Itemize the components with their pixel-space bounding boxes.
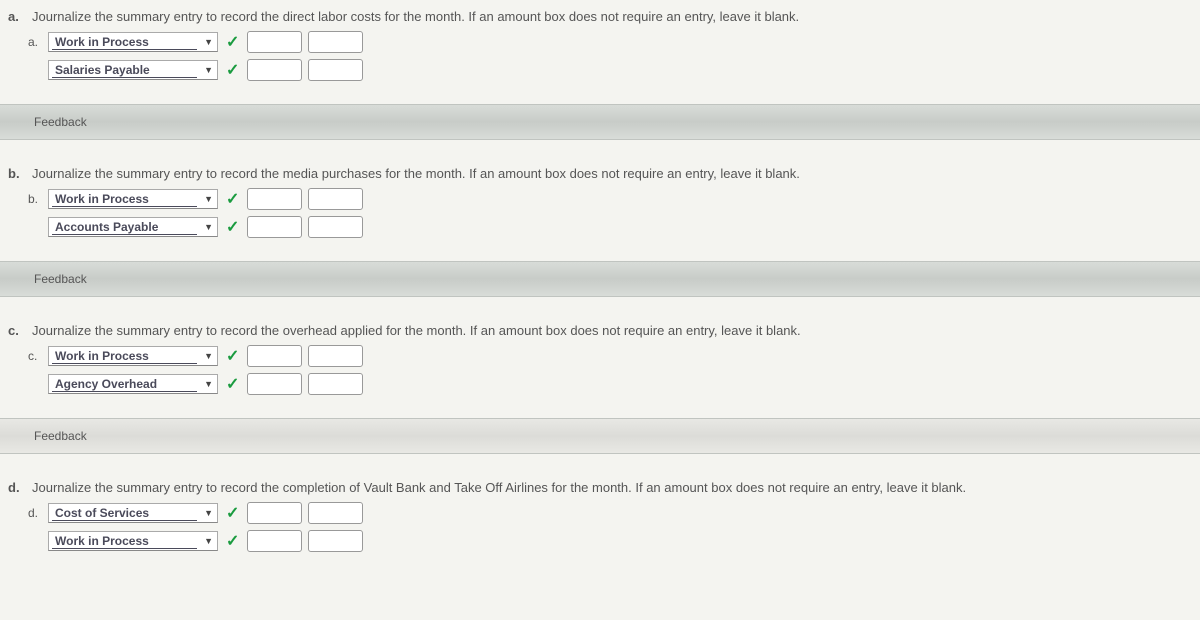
credit-input-2[interactable]	[308, 216, 363, 238]
caret-down-icon: ▼	[204, 508, 213, 518]
account-dropdown-1[interactable]: Work in Process ▼	[48, 32, 218, 52]
debit-input-1[interactable]	[247, 188, 302, 210]
debit-input-1[interactable]	[247, 502, 302, 524]
row-letter: b.	[28, 192, 42, 206]
check-icon: ✓	[226, 346, 239, 366]
check-icon: ✓	[226, 60, 239, 80]
caret-down-icon: ▼	[204, 37, 213, 47]
prompt-text: Journalize the summary entry to record t…	[32, 480, 966, 495]
account-dropdown-2[interactable]: Accounts Payable ▼	[48, 217, 218, 237]
credit-input-1[interactable]	[308, 502, 363, 524]
entry-row-2: Agency Overhead ▼ ✓	[0, 370, 1200, 398]
debit-input-2[interactable]	[247, 373, 302, 395]
account-label: Work in Process	[55, 534, 149, 548]
question-a: a. Journalize the summary entry to recor…	[0, 5, 1200, 140]
row-letter: c.	[28, 349, 42, 363]
caret-down-icon: ▼	[204, 222, 213, 232]
question-c: c. Journalize the summary entry to recor…	[0, 319, 1200, 454]
prompt-letter: c.	[8, 323, 26, 338]
account-label: Accounts Payable	[55, 220, 158, 234]
caret-down-icon: ▼	[204, 379, 213, 389]
debit-input-2[interactable]	[247, 216, 302, 238]
caret-down-icon: ▼	[204, 65, 213, 75]
caret-down-icon: ▼	[204, 351, 213, 361]
debit-input-1[interactable]	[247, 345, 302, 367]
account-dropdown-2[interactable]: Work in Process ▼	[48, 531, 218, 551]
account-dropdown-2[interactable]: Salaries Payable ▼	[48, 60, 218, 80]
credit-input-1[interactable]	[308, 188, 363, 210]
prompt-row-c: c. Journalize the summary entry to recor…	[0, 319, 1200, 342]
account-label: Work in Process	[55, 192, 149, 206]
account-label: Agency Overhead	[55, 377, 157, 391]
prompt-letter: d.	[8, 480, 26, 495]
account-label: Work in Process	[55, 35, 149, 49]
account-label: Salaries Payable	[55, 63, 150, 77]
credit-input-1[interactable]	[308, 345, 363, 367]
prompt-letter: b.	[8, 166, 26, 181]
debit-input-1[interactable]	[247, 31, 302, 53]
question-d: d. Journalize the summary entry to recor…	[0, 476, 1200, 555]
account-dropdown-1[interactable]: Work in Process ▼	[48, 346, 218, 366]
question-b: b. Journalize the summary entry to recor…	[0, 162, 1200, 297]
check-icon: ✓	[226, 189, 239, 209]
account-dropdown-1[interactable]: Work in Process ▼	[48, 189, 218, 209]
entry-row-2: Accounts Payable ▼ ✓	[0, 213, 1200, 241]
prompt-row-b: b. Journalize the summary entry to recor…	[0, 162, 1200, 185]
credit-input-2[interactable]	[308, 59, 363, 81]
row-letter: a.	[28, 35, 42, 49]
account-dropdown-2[interactable]: Agency Overhead ▼	[48, 374, 218, 394]
caret-down-icon: ▼	[204, 194, 213, 204]
feedback-bar[interactable]: Feedback	[0, 418, 1200, 454]
entry-row-1: d. Cost of Services ▼ ✓	[0, 499, 1200, 527]
prompt-letter: a.	[8, 9, 26, 24]
account-dropdown-1[interactable]: Cost of Services ▼	[48, 503, 218, 523]
entry-row-2: Work in Process ▼ ✓	[0, 527, 1200, 555]
row-letter: d.	[28, 506, 42, 520]
prompt-text: Journalize the summary entry to record t…	[32, 9, 799, 24]
caret-down-icon: ▼	[204, 536, 213, 546]
debit-input-2[interactable]	[247, 530, 302, 552]
entry-row-1: a. Work in Process ▼ ✓	[0, 28, 1200, 56]
check-icon: ✓	[226, 32, 239, 52]
prompt-row-a: a. Journalize the summary entry to recor…	[0, 5, 1200, 28]
feedback-label: Feedback	[34, 429, 87, 443]
account-label: Work in Process	[55, 349, 149, 363]
prompt-text: Journalize the summary entry to record t…	[32, 323, 801, 338]
credit-input-2[interactable]	[308, 530, 363, 552]
feedback-bar[interactable]: Feedback	[0, 261, 1200, 297]
check-icon: ✓	[226, 531, 239, 551]
prompt-text: Journalize the summary entry to record t…	[32, 166, 800, 181]
debit-input-2[interactable]	[247, 59, 302, 81]
entry-row-2: Salaries Payable ▼ ✓	[0, 56, 1200, 84]
check-icon: ✓	[226, 217, 239, 237]
prompt-row-d: d. Journalize the summary entry to recor…	[0, 476, 1200, 499]
check-icon: ✓	[226, 503, 239, 523]
credit-input-1[interactable]	[308, 31, 363, 53]
check-icon: ✓	[226, 374, 239, 394]
entry-row-1: b. Work in Process ▼ ✓	[0, 185, 1200, 213]
feedback-label: Feedback	[34, 115, 87, 129]
feedback-label: Feedback	[34, 272, 87, 286]
credit-input-2[interactable]	[308, 373, 363, 395]
entry-row-1: c. Work in Process ▼ ✓	[0, 342, 1200, 370]
feedback-bar[interactable]: Feedback	[0, 104, 1200, 140]
account-label: Cost of Services	[55, 506, 149, 520]
